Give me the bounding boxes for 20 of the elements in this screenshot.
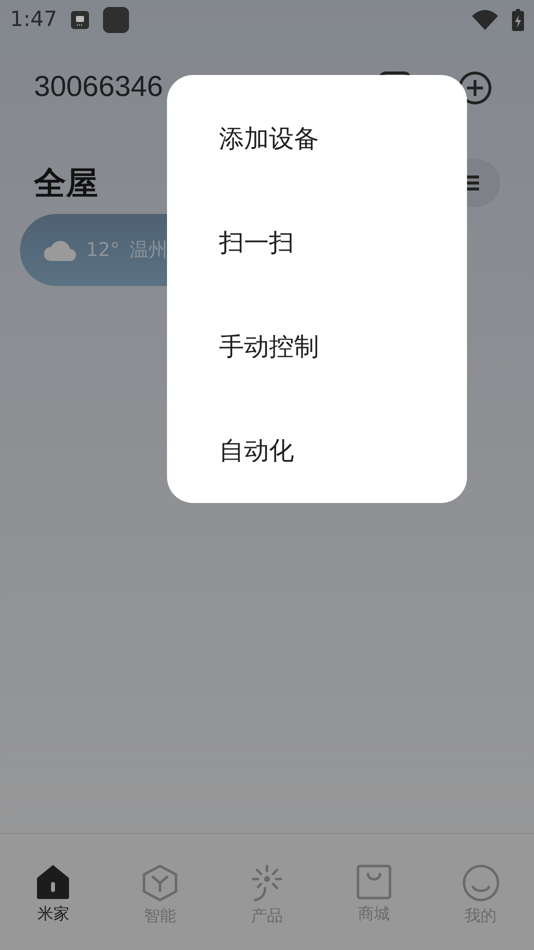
bag-icon: [356, 864, 392, 900]
weather-temperature: 12°: [86, 238, 120, 263]
section-title: 全屋: [34, 162, 98, 204]
hexagon-icon: [142, 864, 178, 902]
home-title: 30066346: [34, 70, 164, 105]
menu-item[interactable]: 添加设备: [167, 87, 467, 191]
menu-item[interactable]: 自动化: [167, 399, 467, 503]
menu-icon: [467, 174, 479, 190]
status-time: 1:47: [10, 6, 58, 34]
wifi-icon: [472, 10, 498, 30]
smiley-icon: [462, 864, 500, 902]
keyboard-icon: [71, 11, 90, 29]
house-icon: [35, 864, 72, 900]
menu-item[interactable]: 手动控制: [167, 295, 467, 399]
cloud-icon: [44, 239, 76, 261]
battery-icon: [512, 9, 524, 31]
app-icon: [103, 7, 130, 33]
weather-city: 温州: [130, 238, 168, 263]
add-icon[interactable]: [458, 70, 492, 104]
nav-tab[interactable]: 米家: [0, 864, 107, 926]
